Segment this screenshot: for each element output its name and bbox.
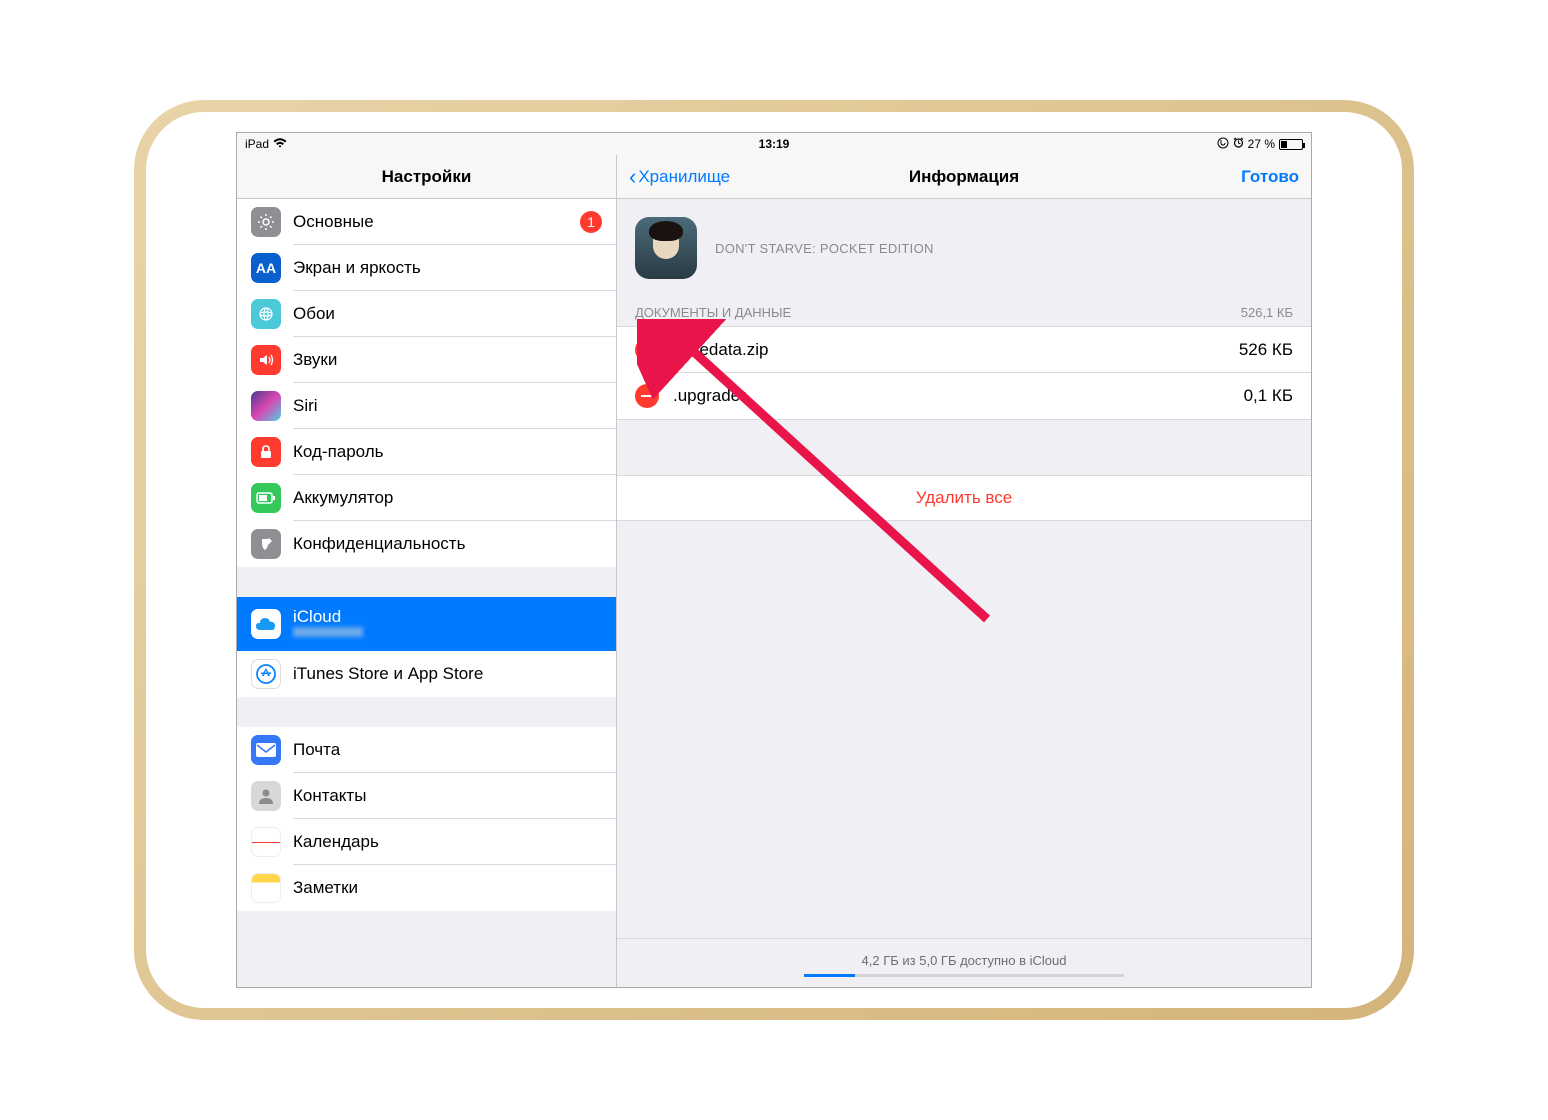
sidebar-item-sublabel [293,627,363,640]
siri-icon [251,391,281,421]
delete-icon[interactable] [635,384,659,408]
battery-icon [1279,139,1303,150]
store-icon [251,659,281,689]
sidebar-item-general[interactable]: Основные1 [237,199,616,245]
sidebar-item-label: iCloud [293,608,363,627]
sounds-icon [251,345,281,375]
back-label: Хранилище [638,167,730,187]
document-size: 0,1 КБ [1244,386,1293,406]
ipad-frame: iPad 13:19 27 % [134,100,1414,1020]
detail-panel: ‹ Хранилище Информация Готово DON'T STAR… [617,155,1311,987]
sidebar-item-label: Код-пароль [293,442,602,462]
sidebar-item-calendar[interactable]: Календарь [237,819,616,865]
settings-sidebar: Настройки Основные1 AA Экран и яркость Обои… [237,155,617,987]
delete-all-button[interactable]: Удалить все [617,475,1311,521]
battery-icon [251,483,281,513]
display-icon: AA [251,253,281,283]
sidebar-item-label: Аккумулятор [293,488,602,508]
storage-bar [804,974,1124,977]
sidebar-item-siri[interactable]: Siri [237,383,616,429]
wallpaper-icon [251,299,281,329]
alarm-icon [1233,137,1244,151]
storage-footer: 4,2 ГБ из 5,0 ГБ доступно в iCloud [617,938,1311,987]
documents-section-header: ДОКУМЕНТЫ И ДАННЫЕ 526,1 КБ [617,297,1311,326]
sidebar-item-label: Основные [293,212,580,232]
section-label: ДОКУМЕНТЫ И ДАННЫЕ [635,305,791,320]
app-name: DON'T STARVE: POCKET EDITION [715,241,934,256]
sidebar-item-store[interactable]: iTunes Store и App Store [237,651,616,697]
status-bar: iPad 13:19 27 % [237,133,1311,155]
rotation-lock-icon [1217,137,1229,152]
calendar-icon [251,827,281,857]
app-icon [635,217,697,279]
device-label: iPad [245,137,269,151]
document-row[interactable]: .upgrader 0,1 КБ [617,373,1311,419]
icloud-icon [251,609,281,639]
sidebar-item-label: iTunes Store и App Store [293,664,602,684]
sidebar-item-label: Почта [293,740,602,760]
document-name: .upgrader [673,386,746,406]
sidebar-item-battery[interactable]: Аккумулятор [237,475,616,521]
sidebar-item-label: Звуки [293,350,602,370]
done-button[interactable]: Готово [1241,167,1299,187]
sidebar-item-display[interactable]: AA Экран и яркость [237,245,616,291]
battery-percent: 27 % [1248,137,1275,151]
mail-icon [251,735,281,765]
storage-text: 4,2 ГБ из 5,0 ГБ доступно в iCloud [617,953,1311,968]
document-size: 526 КБ [1239,340,1293,360]
detail-header: ‹ Хранилище Информация Готово [617,155,1311,199]
sidebar-item-privacy[interactable]: Конфиденциальность [237,521,616,567]
documents-list: savedata.zip 526 КБ .upgrader 0,1 КБ [617,326,1311,420]
document-name: savedata.zip [673,340,768,360]
contacts-icon [251,781,281,811]
sidebar-item-label: Контакты [293,786,602,806]
notification-badge: 1 [580,211,602,233]
privacy-icon [251,529,281,559]
status-time: 13:19 [759,137,790,151]
app-info-row: DON'T STARVE: POCKET EDITION [617,199,1311,297]
chevron-left-icon: ‹ [629,166,636,188]
sidebar-item-mail[interactable]: Почта [237,727,616,773]
general-icon [251,207,281,237]
notes-icon [251,873,281,903]
sidebar-item-notes[interactable]: Заметки [237,865,616,911]
sidebar-item-passcode[interactable]: Код-пароль [237,429,616,475]
sidebar-item-sounds[interactable]: Звуки [237,337,616,383]
document-row[interactable]: savedata.zip 526 КБ [617,327,1311,373]
sidebar-item-contacts[interactable]: Контакты [237,773,616,819]
sidebar-item-wallpaper[interactable]: Обои [237,291,616,337]
sidebar-item-label: Конфиденциальность [293,534,602,554]
sidebar-title: Настройки [237,155,616,199]
delete-icon[interactable] [635,338,659,362]
back-button[interactable]: ‹ Хранилище [629,166,730,188]
sidebar-item-label: Заметки [293,878,602,898]
wifi-icon [273,138,287,151]
sidebar-item-label: Календарь [293,832,602,852]
sidebar-item-label: Экран и яркость [293,258,602,278]
passcode-icon [251,437,281,467]
section-total-size: 526,1 КБ [1241,305,1293,320]
sidebar-item-label: Siri [293,396,602,416]
sidebar-item-label: Обои [293,304,602,324]
detail-title: Информация [909,167,1019,187]
sidebar-item-icloud[interactable]: iCloud [237,597,616,651]
